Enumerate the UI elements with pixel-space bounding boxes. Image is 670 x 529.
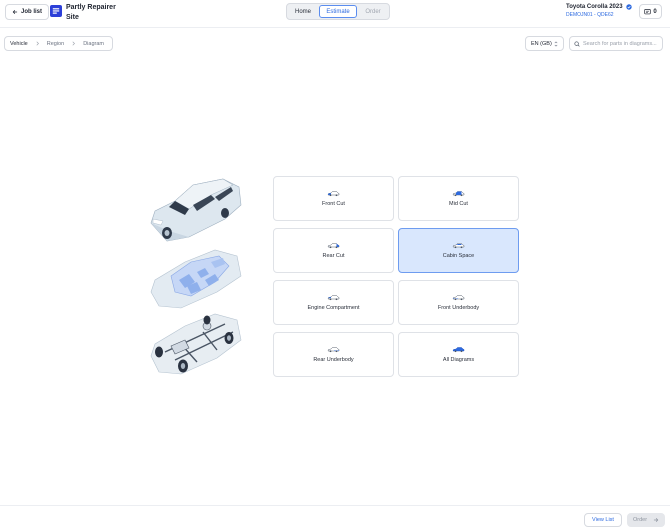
chevron-right-icon xyxy=(72,41,76,46)
language-select[interactable]: EN (GB) xyxy=(525,36,564,51)
job-list-label: Job list xyxy=(21,9,43,15)
region-card-engine-compartment[interactable]: Engine Compartment xyxy=(273,280,394,325)
region-label: Front Underbody xyxy=(437,305,480,311)
region-label: Rear Underbody xyxy=(313,357,354,363)
car-rear-underbody-icon xyxy=(327,347,340,353)
breadcrumb: Vehicle Region Diagram xyxy=(4,36,113,51)
main-nav-tabs: Home Estimate Order xyxy=(286,3,390,20)
tab-order[interactable]: Order xyxy=(358,5,388,18)
region-card-mid-cut[interactable]: Mid Cut xyxy=(398,176,519,221)
cart-button[interactable]: 0 xyxy=(639,4,662,19)
search-input[interactable] xyxy=(583,40,658,47)
site-name: Partly Repairer Site xyxy=(66,4,116,21)
car-underbody-illustration xyxy=(145,306,245,378)
region-card-cabin-space[interactable]: Cabin Space xyxy=(398,228,519,273)
car-engine-icon xyxy=(327,295,340,301)
car-cabin-icon xyxy=(452,243,465,249)
parts-search[interactable] xyxy=(569,36,663,51)
order-button-label: Order xyxy=(632,517,648,523)
vehicle-name[interactable]: Toyota Corolla 2023 xyxy=(566,4,632,10)
region-label: Front Cut xyxy=(322,201,345,207)
region-card-rear-underbody[interactable]: Rear Underbody xyxy=(273,332,394,377)
region-card-all-diagrams[interactable]: All Diagrams xyxy=(398,332,519,377)
chevron-up-down-icon xyxy=(554,41,558,46)
region-card-front-underbody[interactable]: Front Underbody xyxy=(398,280,519,325)
footer-bar: View List Order xyxy=(0,505,670,529)
car-front-underbody-icon xyxy=(452,295,465,301)
cart-icon xyxy=(644,9,651,15)
arrow-right-icon xyxy=(653,518,659,522)
search-icon xyxy=(574,40,580,47)
car-front-cut-icon xyxy=(327,191,340,197)
car-cabin-illustration xyxy=(145,242,245,312)
cart-count: 0 xyxy=(653,8,657,15)
language-value: EN (GB) xyxy=(531,40,552,47)
view-list-button[interactable]: View List xyxy=(584,513,622,527)
order-button[interactable]: Order xyxy=(627,513,665,527)
region-card-rear-cut[interactable]: Rear Cut xyxy=(273,228,394,273)
verified-badge-icon xyxy=(625,4,632,10)
breadcrumb-region[interactable]: Region xyxy=(47,41,64,47)
vehicle-code[interactable]: DEMOJN01 - QDE62 xyxy=(566,12,614,18)
breadcrumb-diagram[interactable]: Diagram xyxy=(83,41,104,47)
chevron-right-icon xyxy=(36,41,39,46)
region-label: Rear Cut xyxy=(322,253,345,259)
tab-home[interactable]: Home xyxy=(288,5,318,18)
vehicle-name-text: Toyota Corolla 2023 xyxy=(566,4,623,10)
car-rear-cut-icon xyxy=(327,243,340,249)
arrow-left-icon xyxy=(12,10,18,14)
car-exterior-illustration xyxy=(145,175,245,245)
tab-estimate[interactable]: Estimate xyxy=(319,5,357,18)
car-mid-cut-icon xyxy=(452,191,465,197)
site-logo xyxy=(50,5,62,17)
region-label: Mid Cut xyxy=(449,201,468,207)
breadcrumb-vehicle[interactable]: Vehicle xyxy=(10,41,28,47)
app-header: Job list Partly Repairer Site Home Estim… xyxy=(0,0,670,28)
job-list-button[interactable]: Job list xyxy=(5,4,50,20)
region-label: Cabin Space xyxy=(442,253,475,259)
car-all-diagrams-icon xyxy=(452,347,465,353)
logo-grid-icon xyxy=(52,8,60,14)
region-label: Engine Compartment xyxy=(307,305,360,311)
region-card-front-cut[interactable]: Front Cut xyxy=(273,176,394,221)
region-label: All Diagrams xyxy=(442,357,475,363)
